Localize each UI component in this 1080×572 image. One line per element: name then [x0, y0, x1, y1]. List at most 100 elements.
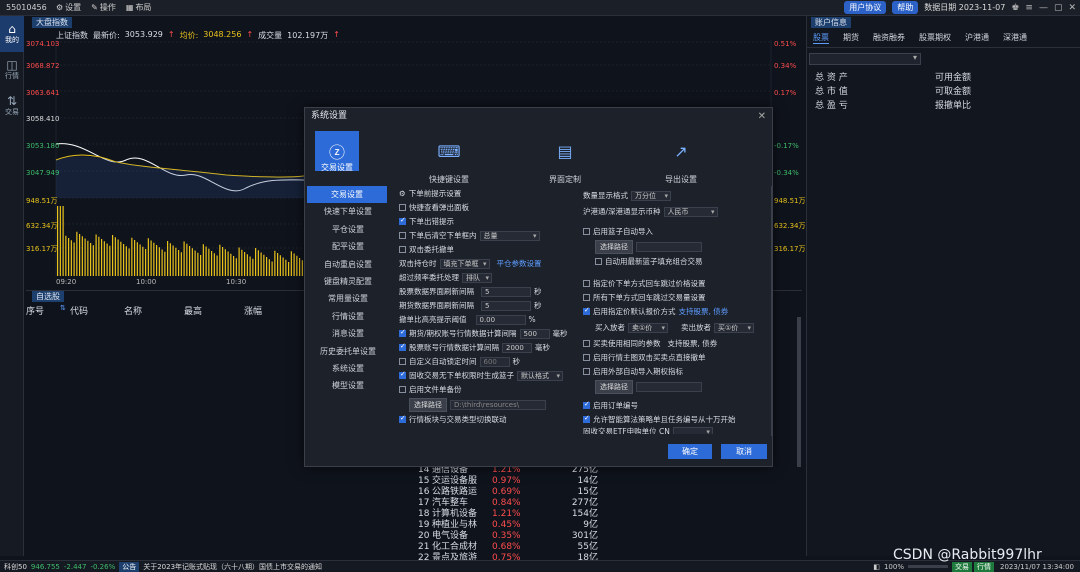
watchlist-tab[interactable]: 自选股: [32, 291, 64, 302]
option-row[interactable]: 允许智能算法策略单且任务编号从十万开始: [583, 414, 736, 425]
operation-menu[interactable]: ✎ 操作: [91, 2, 116, 13]
option-row[interactable]: 双击委托撤单: [399, 244, 454, 255]
option-row[interactable]: 自定义自动锁定时间 600 秒: [399, 356, 520, 367]
over-freq-select[interactable]: 排队: [462, 272, 492, 283]
dialog-scrollbar[interactable]: [771, 186, 773, 436]
list-item[interactable]: 19 种植业与林 0.45% 9亿: [418, 520, 608, 531]
futures-refresh-input[interactable]: 5: [481, 300, 531, 311]
sell-price-select[interactable]: 买①价: [714, 322, 754, 333]
side-item[interactable]: 交易设置: [307, 186, 387, 204]
side-item[interactable]: 配平设置: [305, 238, 391, 255]
side-item[interactable]: 历史委托单设置: [305, 343, 391, 360]
checkbox[interactable]: [399, 328, 406, 337]
close-icon[interactable]: ✕: [1068, 3, 1076, 13]
option-row[interactable]: 启用篮子自动导入: [583, 226, 653, 237]
fund-format-select[interactable]: 默认格式: [517, 370, 563, 381]
choose-path-button[interactable]: 选择路径: [409, 398, 447, 412]
option-row[interactable]: 启用订单编号: [583, 400, 638, 411]
menu-icon[interactable]: ≡: [1025, 3, 1033, 13]
checkbox[interactable]: [583, 368, 590, 375]
tab-futures[interactable]: 期货: [843, 32, 859, 44]
side-item[interactable]: 消息设置: [305, 325, 391, 342]
layout-menu[interactable]: ▦ 布局: [126, 2, 152, 13]
checkbox[interactable]: [583, 400, 590, 409]
auto-lock-input[interactable]: 600: [479, 356, 510, 367]
option-row[interactable]: 下单后清空下单框内 总量: [399, 230, 540, 241]
checkbox[interactable]: [595, 258, 602, 265]
account-select[interactable]: [809, 53, 921, 65]
tab-margin[interactable]: 融资融券: [873, 32, 905, 44]
option-row[interactable]: 启用外部自动导入期权指标: [583, 366, 683, 377]
ok-button[interactable]: 确定: [668, 444, 712, 459]
close-icon[interactable]: ✕: [758, 108, 766, 125]
col-code[interactable]: 代码: [70, 304, 124, 317]
list-item[interactable]: 15 交运设备服 0.97% 14亿: [418, 476, 608, 487]
option-row[interactable]: 期货/期权账号行情数据计算间隔500毫秒: [399, 328, 568, 339]
maximize-icon[interactable]: ▢: [1054, 3, 1063, 13]
tab-sz-hk[interactable]: 深港通: [1003, 32, 1027, 44]
checkbox[interactable]: [399, 204, 406, 211]
notice-text[interactable]: 关于2023年记账式贴现（六十八期）国债上市交易的通知: [143, 562, 322, 572]
ratio-input[interactable]: 0.00: [475, 314, 526, 325]
option-row[interactable]: 所有下单方式回车跳过交易量设置: [583, 292, 706, 303]
external-path-input[interactable]: [636, 382, 702, 392]
checkbox[interactable]: [399, 246, 406, 253]
choose-path-button[interactable]: 选择路径: [595, 240, 633, 254]
skin-icon[interactable]: ♚: [1011, 3, 1019, 13]
user-agreement-button[interactable]: 用户协议: [844, 1, 887, 14]
futures-quote-input[interactable]: 500: [519, 328, 550, 339]
option-row[interactable]: 固收交易无下单权限时生成篮子默认格式: [399, 370, 563, 381]
settings-menu[interactable]: ⚙ 设置: [56, 2, 81, 13]
list-item[interactable]: 17 汽车整车 0.84% 277亿: [418, 498, 608, 509]
nav-mine[interactable]: ⌂ 我的: [0, 16, 24, 52]
nav-trade[interactable]: ⇅ 交易: [0, 88, 24, 124]
tab-options[interactable]: 股票期权: [919, 32, 951, 44]
side-item[interactable]: 平仓设置: [305, 221, 391, 238]
tab-export-settings[interactable]: ↗ 导出设置: [651, 131, 711, 185]
basket-path-input[interactable]: [636, 242, 702, 252]
help-button[interactable]: 帮助: [892, 1, 919, 14]
checkbox[interactable]: [399, 370, 406, 379]
col-high[interactable]: 最高: [184, 304, 244, 317]
tab-trade-settings[interactable]: ⓩ 交易设置: [307, 131, 367, 172]
tab-hotkey-settings[interactable]: ⌨ 快捷键设置: [419, 131, 479, 185]
side-item[interactable]: 行情设置: [305, 308, 391, 325]
checkbox[interactable]: [399, 386, 406, 393]
stock-quote-input[interactable]: 2000: [502, 342, 532, 353]
watchlist-scrollbar[interactable]: [797, 317, 801, 467]
option-row[interactable]: 买卖使用相同的参数 支持股票, 债券: [583, 338, 717, 349]
side-item[interactable]: 常用量设置: [305, 290, 391, 307]
checkbox[interactable]: [399, 232, 406, 239]
side-item[interactable]: 键盘精灵配置: [305, 273, 391, 290]
side-item[interactable]: 快速下单设置: [305, 203, 391, 220]
side-item[interactable]: 模型设置: [305, 377, 391, 394]
sort-icon[interactable]: ⇅: [60, 304, 70, 317]
checkbox[interactable]: [399, 216, 406, 225]
col-name[interactable]: 名称: [124, 304, 184, 317]
checkbox[interactable]: [399, 358, 406, 365]
buy-price-select[interactable]: 卖①价: [628, 322, 668, 333]
side-item[interactable]: 自动重启设置: [305, 256, 391, 273]
list-item[interactable]: 21 化工合成材 0.68% 55亿: [418, 542, 608, 553]
checkbox[interactable]: [583, 414, 590, 423]
option-row[interactable]: 启用行情主图双击买卖点直接撤单: [583, 352, 706, 363]
tab-ui-custom[interactable]: ▤ 界面定制: [535, 131, 595, 185]
tab-sh-hk[interactable]: 沪港通: [965, 32, 989, 44]
side-item[interactable]: 系统设置: [305, 360, 391, 377]
option-row[interactable]: 股票账号行情数据计算间隔2000毫秒: [399, 342, 550, 353]
zoom-slider[interactable]: [907, 565, 948, 568]
qty-format-select[interactable]: 万分位: [631, 190, 671, 201]
currency-select[interactable]: 人民币: [663, 206, 718, 217]
option-row[interactable]: 快捷查看弹出面板: [399, 202, 469, 213]
checkbox[interactable]: [583, 228, 590, 235]
close-params-link[interactable]: 平仓参数设置: [497, 258, 542, 269]
notice-tag[interactable]: 公告: [119, 561, 140, 572]
option-row[interactable]: 启用指定价默认报价方式支持股票, 债券: [583, 306, 728, 317]
cancel-button[interactable]: 取消: [721, 444, 767, 459]
option-row[interactable]: 启用文件单备份: [399, 384, 462, 395]
checkbox[interactable]: [583, 280, 590, 287]
option-row[interactable]: 下单出错提示: [399, 216, 454, 227]
choose-path-button[interactable]: 选择路径: [595, 380, 633, 394]
col-index[interactable]: 序号: [26, 304, 60, 317]
option-row[interactable]: 自动用最新篮子填充组合交易: [595, 256, 703, 267]
